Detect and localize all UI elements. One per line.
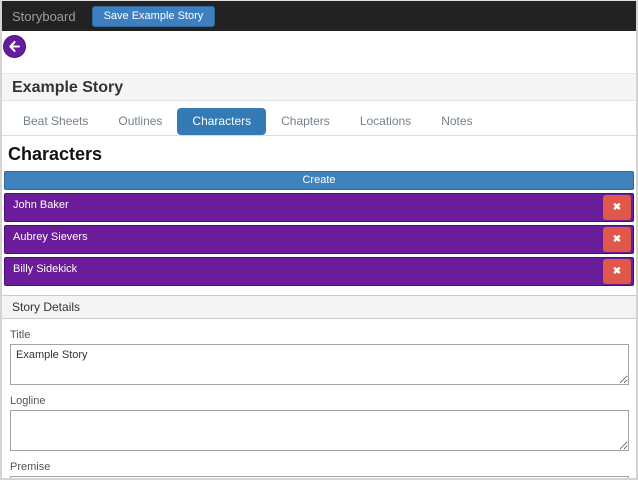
tab-characters[interactable]: Characters (177, 108, 266, 135)
x-close-icon: ✖ (613, 234, 621, 245)
premise-field[interactable]: John Baker is an out of work substitute … (10, 476, 629, 480)
x-close-icon: ✖ (613, 266, 621, 277)
back-button[interactable] (3, 35, 26, 58)
logline-field[interactable] (10, 410, 629, 451)
list-item-character[interactable]: Billy Sidekick ✖ (4, 257, 634, 286)
story-tabs: Beat Sheets Outlines Characters Chapters… (2, 101, 636, 136)
app-window: Storyboard Save Example Story Example St… (0, 0, 638, 480)
delete-character-button[interactable]: ✖ (603, 195, 631, 220)
x-close-icon: ✖ (613, 202, 621, 213)
tab-locations[interactable]: Locations (345, 108, 426, 135)
title-label: Title (10, 329, 636, 341)
list-item-character[interactable]: John Baker ✖ (4, 193, 634, 222)
arrow-left-icon (8, 40, 21, 53)
premise-label: Premise (10, 461, 636, 473)
character-name: John Baker (13, 194, 69, 221)
delete-character-button[interactable]: ✖ (603, 259, 631, 284)
tab-notes[interactable]: Notes (426, 108, 487, 135)
character-list: John Baker ✖ Aubrey Sievers ✖ Billy Side… (2, 193, 636, 286)
app-brand: Storyboard (12, 9, 76, 24)
tab-outlines[interactable]: Outlines (103, 108, 177, 135)
characters-heading: Characters (8, 144, 636, 166)
top-navbar: Storyboard Save Example Story (2, 1, 636, 31)
story-details-heading: Story Details (2, 295, 636, 319)
title-field[interactable]: Example Story (10, 344, 629, 385)
tab-beat-sheets[interactable]: Beat Sheets (8, 108, 103, 135)
logline-label: Logline (10, 395, 636, 407)
character-name: Billy Sidekick (13, 258, 77, 285)
delete-character-button[interactable]: ✖ (603, 227, 631, 252)
list-item-character[interactable]: Aubrey Sievers ✖ (4, 225, 634, 254)
story-details-form: Title Example Story Logline Premise John… (2, 329, 636, 480)
create-character-button[interactable]: Create (4, 171, 634, 190)
character-name: Aubrey Sievers (13, 226, 88, 253)
story-title-header: Example Story (2, 73, 636, 101)
back-button-row (2, 31, 636, 73)
tab-chapters[interactable]: Chapters (266, 108, 345, 135)
save-story-button[interactable]: Save Example Story (92, 6, 216, 27)
